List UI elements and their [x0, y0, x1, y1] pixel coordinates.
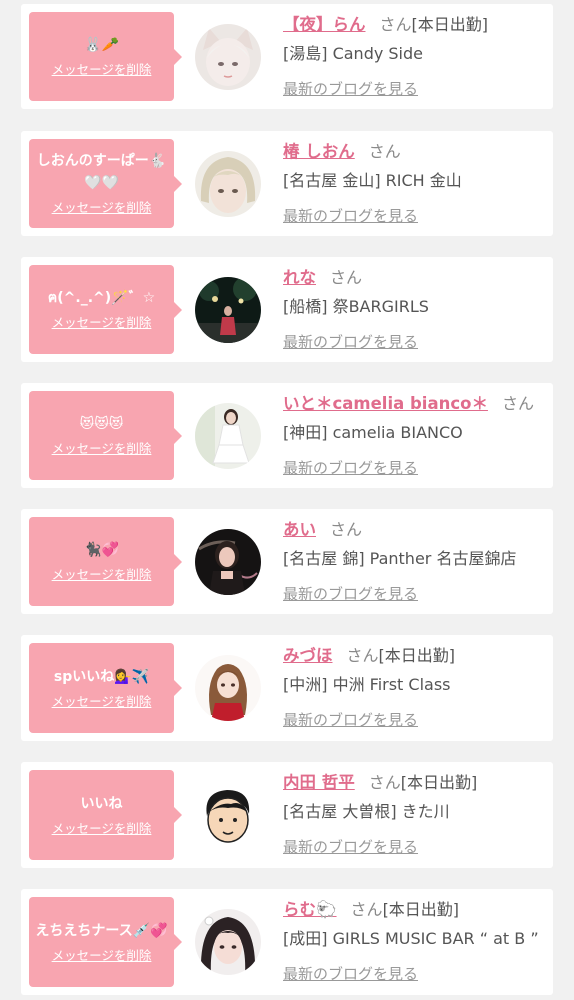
cast-name-link[interactable]: いと＊camelia bianco＊	[283, 394, 488, 413]
duty-badge: [本日出勤]	[400, 773, 478, 792]
entry-info: いと＊camelia bianco＊ さん [神田] camelia BIANCO…	[283, 392, 547, 479]
list-item: 🐰🥕 メッセージを削除 【夜】らん さん[本日出勤] [湯島] Candy Sid…	[21, 4, 553, 109]
message-list: 🐰🥕 メッセージを削除 【夜】らん さん[本日出勤] [湯島] Candy Sid…	[0, 0, 574, 1000]
latest-blog-link[interactable]: 最新のブログを見る	[283, 205, 418, 227]
delete-message-link[interactable]: メッセージを削除	[52, 314, 152, 332]
duty-badge: [本日出勤]	[378, 646, 456, 665]
message-text: 🐰🥕	[84, 37, 119, 53]
entry-info: みづほ さん[本日出勤] [中洲] 中洲 First Class 最新のブログを見…	[283, 644, 547, 731]
latest-blog-link[interactable]: 最新のブログを見る	[283, 457, 418, 479]
message-text: しおんのすーぱー🐇🤍🤍	[36, 153, 167, 191]
latest-blog-link[interactable]: 最新のブログを見る	[283, 331, 418, 353]
avatar[interactable]	[195, 909, 261, 975]
honorific: さん	[350, 900, 383, 919]
shop-label: [湯島] Candy Side	[283, 44, 424, 63]
entry-info: 内田 哲平 さん[本日出勤] [名古屋 大曽根] きた川 最新のブログを見る	[283, 771, 547, 858]
message-bubble: えちえちナース💉💞 メッセージを削除	[29, 897, 182, 987]
list-item: いいね メッセージを削除 内田 哲平 さん[本日出勤] [名古屋 大曽根] きた川…	[21, 762, 553, 868]
message-text: 😻😻😻	[79, 416, 124, 432]
duty-badge: [本日出勤]	[411, 15, 489, 34]
list-item: えちえちナース💉💞 メッセージを削除 らむ🐑 さん[本日出勤] [成田] GIRL…	[21, 889, 553, 995]
message-bubble: 🐰🥕 メッセージを削除	[29, 12, 182, 101]
latest-blog-link[interactable]: 最新のブログを見る	[283, 583, 418, 605]
message-bubble: しおんのすーぱー🐇🤍🤍 メッセージを削除	[29, 139, 182, 228]
message-text: spいいね💁‍♀️✈️	[53, 668, 150, 685]
honorific: さん	[330, 520, 363, 539]
entry-info: 椿 しおん さん [名古屋 金山] RICH 金山 最新のブログを見る	[283, 140, 547, 227]
delete-message-link[interactable]: メッセージを削除	[52, 693, 152, 711]
avatar[interactable]	[195, 403, 261, 469]
list-item: ฅ(^._.^)🪄゛☆ メッセージを削除 れな さん [船橋] 祭BARGIRLS…	[21, 257, 553, 362]
honorific: さん	[346, 646, 379, 665]
shop-label: [名古屋 錦] Panther 名古屋錦店	[283, 549, 517, 568]
entry-info: あい さん [名古屋 錦] Panther 名古屋錦店 最新のブログを見る	[283, 518, 547, 605]
honorific: さん	[368, 142, 401, 161]
delete-message-link[interactable]: メッセージを削除	[52, 947, 152, 965]
cast-name-link[interactable]: 内田 哲平	[283, 773, 355, 792]
message-text: ฅ(^._.^)🪄゛☆	[47, 290, 156, 306]
message-bubble: ฅ(^._.^)🪄゛☆ メッセージを削除	[29, 265, 182, 354]
shop-label: [船橋] 祭BARGIRLS	[283, 297, 429, 316]
delete-message-link[interactable]: メッセージを削除	[52, 199, 152, 217]
shop-label: [成田] GIRLS MUSIC BAR “ at B ”	[283, 929, 539, 948]
honorific: さん	[330, 268, 363, 287]
avatar[interactable]	[195, 277, 261, 343]
cast-name-link[interactable]: あい	[283, 520, 316, 539]
entry-info: らむ🐑 さん[本日出勤] [成田] GIRLS MUSIC BAR “ at B …	[283, 898, 547, 985]
latest-blog-link[interactable]: 最新のブログを見る	[283, 836, 418, 858]
cast-name-link[interactable]: れな	[283, 268, 316, 287]
cast-name-link[interactable]: 【夜】らん	[283, 15, 366, 34]
message-bubble: 😻😻😻 メッセージを削除	[29, 391, 182, 480]
avatar[interactable]	[195, 782, 261, 848]
shop-label: [名古屋 金山] RICH 金山	[283, 171, 462, 190]
latest-blog-link[interactable]: 最新のブログを見る	[283, 78, 418, 100]
entry-info: れな さん [船橋] 祭BARGIRLS 最新のブログを見る	[283, 266, 547, 353]
list-item: 😻😻😻 メッセージを削除 いと＊camelia bianco＊ さん [神田] c…	[21, 383, 553, 488]
shop-label: [神田] camelia BIANCO	[283, 423, 463, 442]
latest-blog-link[interactable]: 最新のブログを見る	[283, 709, 418, 731]
avatar[interactable]	[195, 24, 261, 90]
message-bubble: spいいね💁‍♀️✈️ メッセージを削除	[29, 643, 182, 733]
message-bubble: 🐈‍⬛💞 メッセージを削除	[29, 517, 182, 606]
cast-name-link[interactable]: 椿 しおん	[283, 142, 355, 161]
cast-name-link[interactable]: らむ🐑	[283, 900, 337, 919]
message-text: いいね	[80, 795, 123, 812]
shop-label: [中洲] 中洲 First Class	[283, 675, 451, 694]
cast-name-link[interactable]: みづほ	[283, 646, 333, 665]
message-text: 🐈‍⬛💞	[84, 542, 119, 558]
message-bubble: いいね メッセージを削除	[29, 770, 182, 860]
latest-blog-link[interactable]: 最新のブログを見る	[283, 963, 418, 985]
shop-label: [名古屋 大曽根] きた川	[283, 802, 450, 821]
honorific: さん	[368, 773, 401, 792]
list-item: spいいね💁‍♀️✈️ メッセージを削除 みづほ さん[本日出勤] [中洲] 中洲…	[21, 635, 553, 741]
message-text: えちえちナース💉💞	[35, 922, 168, 939]
avatar[interactable]	[195, 151, 261, 217]
duty-badge: [本日出勤]	[382, 900, 460, 919]
list-item: しおんのすーぱー🐇🤍🤍 メッセージを削除 椿 しおん さん [名古屋 金山] RI…	[21, 131, 553, 236]
delete-message-link[interactable]: メッセージを削除	[52, 820, 152, 838]
delete-message-link[interactable]: メッセージを削除	[52, 440, 152, 458]
delete-message-link[interactable]: メッセージを削除	[52, 61, 152, 79]
list-item: 🐈‍⬛💞 メッセージを削除 あい さん [名古屋 錦] Panther 名古屋錦店…	[21, 509, 553, 614]
avatar[interactable]	[195, 655, 261, 721]
entry-info: 【夜】らん さん[本日出勤] [湯島] Candy Side 最新のブログを見る	[283, 13, 547, 100]
delete-message-link[interactable]: メッセージを削除	[52, 566, 152, 584]
avatar[interactable]	[195, 529, 261, 595]
honorific: さん	[501, 394, 534, 413]
honorific: さん	[379, 15, 412, 34]
